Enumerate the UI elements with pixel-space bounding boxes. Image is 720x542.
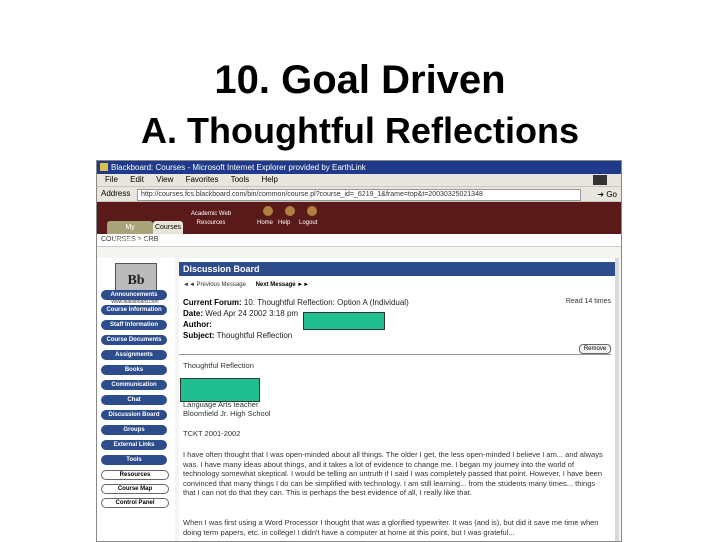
remove-button[interactable]: Remove (579, 344, 611, 354)
post-paragraph-2: When I was first using a Word Processor … (183, 518, 599, 537)
blackboard-body: Bb www.blackboard.com Announcements Cour… (97, 258, 621, 541)
nav-course-map[interactable]: Course Map (101, 484, 169, 494)
nav-groups[interactable]: Groups (101, 425, 167, 435)
post-heading: Thoughtful Reflection (183, 361, 254, 370)
windows-logo-icon (593, 175, 607, 185)
nav-announcements[interactable]: Announcements (101, 290, 167, 300)
nav-books[interactable]: Books (101, 365, 167, 375)
read-count: Read 14 times (565, 298, 611, 305)
nav-course-information[interactable]: Course Information (101, 305, 167, 315)
breadcrumb[interactable]: COURSES > CRB (97, 234, 621, 247)
nav-chat[interactable]: Chat (101, 395, 167, 405)
tab-courses[interactable]: Courses (153, 221, 183, 234)
menu-favorites[interactable]: Favorites (186, 175, 219, 184)
logout-label: Logout (299, 220, 318, 226)
date-line: Date: Wed Apr 24 2002 3:18 pm (183, 309, 611, 318)
blackboard-header: My Blackboard Courses Academic Web Resou… (97, 202, 621, 244)
nav-external-links[interactable]: External Links (101, 440, 167, 450)
slide-title: 10. Goal Driven (214, 58, 506, 102)
tab-academic-web-resources[interactable]: Academic Web Resources (189, 210, 233, 228)
nav-communication[interactable]: Communication (101, 380, 167, 390)
name-redaction (180, 378, 260, 402)
address-label: Address (101, 189, 131, 198)
course-nav: Bb www.blackboard.com Announcements Cour… (97, 258, 175, 541)
forum-label: Current Forum: (183, 298, 242, 307)
menu-tools[interactable]: Tools (231, 175, 250, 184)
author-label: Author: (183, 320, 212, 329)
message-nav: ◄◄ Previous Message Next Message ►► (183, 282, 309, 288)
date-value: Wed Apr 24 2002 3:18 pm (205, 309, 299, 318)
go-label: Go (606, 190, 617, 199)
previous-message-link[interactable]: ◄◄ Previous Message (183, 282, 246, 288)
menu-help[interactable]: Help (262, 175, 278, 184)
date-label: Date: (183, 309, 204, 318)
window-titlebar: Blackboard: Courses - Microsoft Internet… (97, 161, 621, 174)
discussion-board-title: Discussion Board (179, 262, 617, 276)
home-icon[interactable] (263, 206, 273, 216)
help-icon[interactable] (285, 206, 295, 216)
discussion-main: Discussion Board ◄◄ Previous Message Nex… (179, 258, 619, 541)
logout-icon[interactable] (307, 206, 317, 216)
nav-staff-information[interactable]: Staff Information (101, 320, 167, 330)
author-term: TCKT 2001-2002 (183, 429, 241, 438)
author-redaction (303, 312, 385, 330)
nav-course-documents[interactable]: Course Documents (101, 335, 167, 345)
forum-value: 10. Thoughtful Reflection: Option A (Ind… (243, 298, 409, 307)
address-bar: Address http://courses.fcs.blackboard.co… (97, 187, 621, 202)
menu-file[interactable]: File (105, 175, 118, 184)
author-school: Bloomfield Jr. High School (183, 409, 271, 418)
header-divider (179, 354, 611, 355)
post-paragraph-1: I have often thought that I was open-min… (183, 450, 603, 497)
nav-tools[interactable]: Tools (101, 455, 167, 465)
menu-view[interactable]: View (156, 175, 173, 184)
tab-my-blackboard[interactable]: My Blackboard (107, 221, 153, 244)
nav-assignments[interactable]: Assignments (101, 350, 167, 360)
vertical-scrollbar[interactable] (615, 258, 619, 541)
author-line: Author: (183, 320, 611, 329)
slide-subtitle: A. Thoughtful Reflections (141, 110, 579, 151)
menu-edit[interactable]: Edit (130, 175, 144, 184)
header-icons: Home Help Logout (257, 206, 323, 226)
window-title: Blackboard: Courses - Microsoft Internet… (111, 163, 366, 172)
subject-line: Subject: Thoughtful Reflection (183, 331, 611, 340)
nav-discussion-board[interactable]: Discussion Board (101, 410, 167, 420)
browser-screenshot: Blackboard: Courses - Microsoft Internet… (96, 160, 622, 542)
nav-control-panel[interactable]: Control Panel (101, 498, 169, 508)
nav-resources[interactable]: Resources (101, 470, 169, 480)
subject-value: Thoughtful Reflection (216, 331, 293, 340)
address-input[interactable]: http://courses.fcs.blackboard.com/bin/co… (137, 189, 581, 201)
menu-bar: File Edit View Favorites Tools Help (97, 174, 621, 187)
go-button[interactable]: ➜ Go (597, 188, 617, 202)
subject-label: Subject: (183, 331, 215, 340)
forum-line: Current Forum: 10. Thoughtful Reflection… (183, 298, 611, 307)
ie-icon (100, 163, 108, 171)
next-message-link[interactable]: Next Message ►► (256, 282, 310, 288)
